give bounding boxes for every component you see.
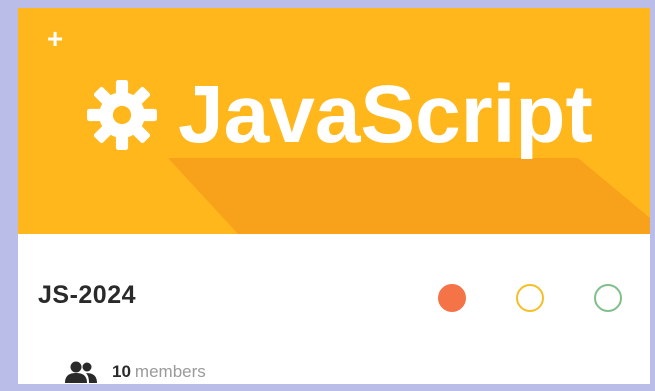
members-info: 10 members <box>64 360 206 384</box>
course-code: JS-2024 <box>38 281 137 309</box>
gear-icon <box>87 80 157 150</box>
card-banner: + JavaScript <box>18 8 650 234</box>
plus-icon: + <box>46 23 64 54</box>
members-count: 10 <box>112 362 131 381</box>
people-icon <box>65 361 97 383</box>
course-card[interactable]: + JavaScript JS-2024 10 members <box>0 0 655 391</box>
members-label: members <box>134 362 206 381</box>
status-dot-yellow[interactable] <box>516 284 544 312</box>
add-button[interactable]: + <box>42 23 68 54</box>
card-info: JS-2024 10 members <box>18 234 650 384</box>
status-dot-red[interactable] <box>438 284 466 312</box>
status-dot-green[interactable] <box>594 284 622 312</box>
course-logo: JavaScript <box>84 70 593 160</box>
course-title: JavaScript <box>178 69 593 160</box>
